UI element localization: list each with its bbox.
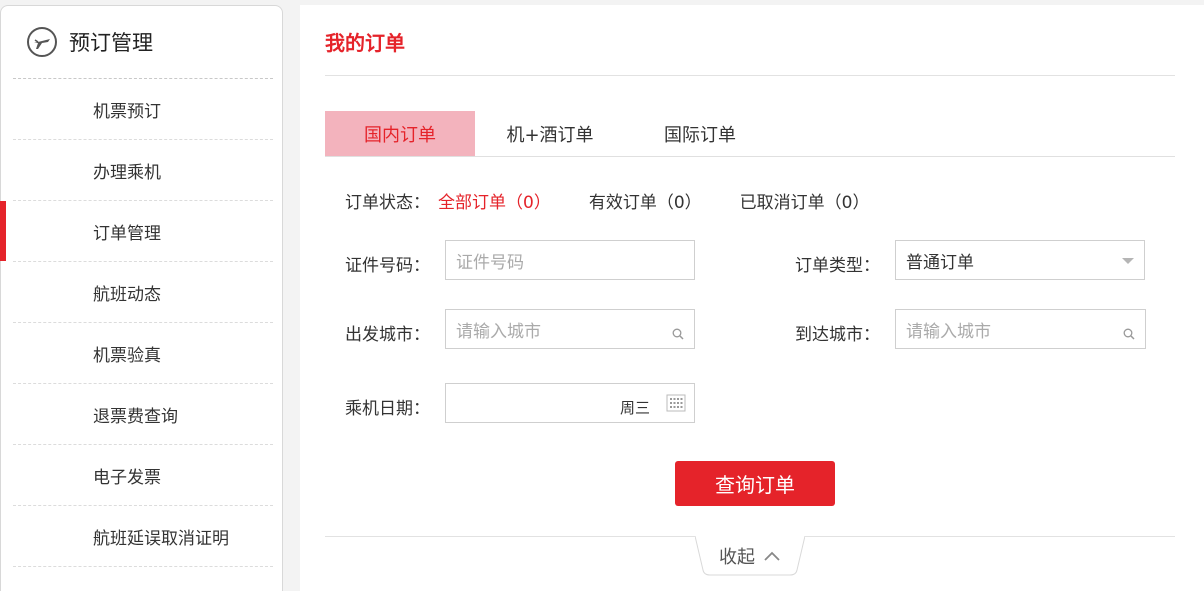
sidebar-menu: 机票预订 办理乘机 订单管理 航班动态 机票验真 退票费查询 电子发票 航班延误… — [13, 79, 273, 567]
sidebar-title: 预订管理 — [69, 31, 153, 55]
sidebar-item-e-invoice[interactable]: 电子发票 — [13, 445, 273, 506]
sidebar-item-label: 电子发票 — [93, 467, 161, 488]
calendar-icon[interactable] — [666, 393, 686, 413]
sidebar-item-delay-certificate[interactable]: 航班延误取消证明 — [13, 506, 273, 567]
title-divider — [325, 75, 1175, 76]
departure-city-placeholder: 请输入城市 — [456, 321, 541, 342]
collapse-toggle[interactable]: 收起 — [695, 536, 805, 576]
departure-city-input[interactable]: 请输入城市 — [445, 309, 695, 349]
chevron-down-icon — [1122, 258, 1134, 264]
arrival-city-input[interactable]: 请输入城市 — [895, 309, 1146, 349]
sidebar-item-label: 订单管理 — [93, 223, 161, 244]
main-panel: 我的订单 国内订单 机+酒订单 国际订单 订单状态： 全部订单（0） 有效订单（… — [300, 5, 1204, 591]
status-cancelled-orders[interactable]: 已取消订单（0） — [740, 188, 870, 213]
order-tabs: 国内订单 机+酒订单 国际订单 — [325, 111, 1175, 157]
page-title: 我的订单 — [325, 31, 405, 55]
weekday-text: 周三 — [619, 399, 650, 417]
search-icon — [672, 328, 684, 340]
sidebar-item-flight-booking[interactable]: 机票预订 — [13, 79, 273, 140]
tab-domestic-orders[interactable]: 国内订单 — [325, 111, 475, 156]
search-icon — [1123, 328, 1135, 340]
sidebar-item-label: 办理乘机 — [93, 162, 161, 183]
sidebar-item-label: 机票验真 — [93, 345, 161, 366]
sidebar-item-flight-status[interactable]: 航班动态 — [13, 262, 273, 323]
tab-flight-hotel-orders[interactable]: 机+酒订单 — [475, 111, 625, 156]
departure-city-label: 出发城市： — [345, 325, 430, 345]
status-valid-orders[interactable]: 有效订单（0） — [589, 188, 702, 213]
sidebar-item-refund-fee[interactable]: 退票费查询 — [13, 384, 273, 445]
order-type-label: 订单类型： — [795, 256, 880, 276]
order-type-value: 普通订单 — [906, 252, 974, 273]
sidebar-item-check-in[interactable]: 办理乘机 — [13, 140, 273, 201]
sidebar-item-label: 航班动态 — [93, 284, 161, 305]
airplane-icon — [27, 27, 57, 57]
sidebar-item-label: 机票预订 — [93, 101, 161, 122]
sidebar-item-label: 退票费查询 — [93, 406, 178, 427]
order-status-label: 订单状态： — [345, 193, 430, 213]
sidebar-header: 预订管理 — [13, 6, 273, 79]
collapse-label: 收起 — [719, 547, 755, 568]
sidebar: 预订管理 机票预订 办理乘机 订单管理 航班动态 机票验真 退票费查询 电子发票… — [0, 5, 283, 591]
arrival-city-label: 到达城市： — [795, 325, 880, 345]
arrival-city-placeholder: 请输入城市 — [906, 321, 991, 342]
flight-date-input[interactable]: 周三 — [445, 383, 695, 423]
sidebar-item-ticket-verify[interactable]: 机票验真 — [13, 323, 273, 384]
flight-date-label: 乘机日期： — [345, 399, 430, 419]
id-number-label: 证件号码： — [345, 256, 430, 276]
sidebar-active-indicator — [0, 201, 6, 261]
query-orders-button[interactable]: 查询订单 — [675, 461, 835, 506]
order-type-select[interactable]: 普通订单 — [895, 240, 1145, 280]
id-number-placeholder: 证件号码 — [456, 252, 524, 273]
sidebar-item-label: 航班延误取消证明 — [93, 528, 229, 549]
status-all-orders[interactable]: 全部订单（0） — [438, 188, 551, 213]
tab-international-orders[interactable]: 国际订单 — [625, 111, 775, 156]
sidebar-item-order-management[interactable]: 订单管理 — [13, 201, 273, 262]
order-status-filter: 订单状态： 全部订单（0） 有效订单（0） 已取消订单（0） — [345, 188, 907, 213]
id-number-input[interactable]: 证件号码 — [445, 240, 695, 280]
chevron-up-icon — [764, 551, 780, 561]
